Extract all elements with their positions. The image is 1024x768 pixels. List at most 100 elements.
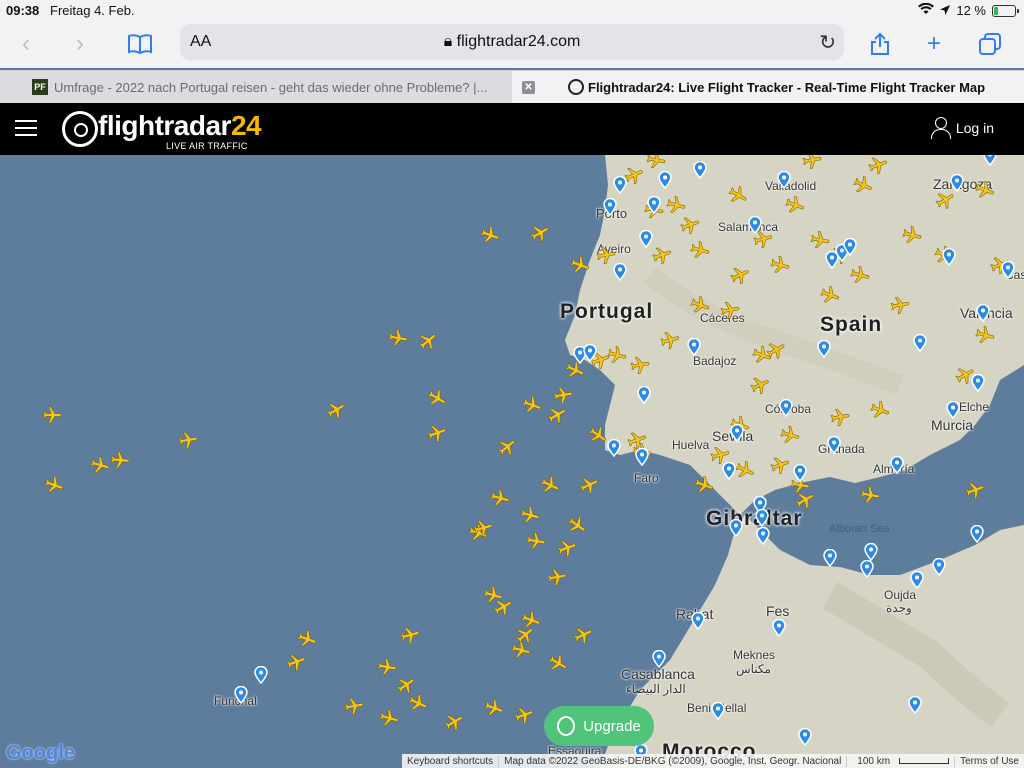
flight-map[interactable]: Portugal Spain Gibraltar Morocco Vallado… (0, 155, 1024, 768)
airport-pin-icon[interactable] (607, 439, 621, 457)
upgrade-button[interactable]: Upgrade (544, 706, 654, 746)
city-label: Faro (634, 471, 659, 485)
airport-pin-icon[interactable] (827, 436, 841, 454)
airport-pin-icon[interactable] (823, 549, 837, 567)
city-label: Fes (766, 603, 790, 619)
plane-icon[interactable] (544, 564, 569, 589)
plane-icon[interactable] (175, 427, 200, 452)
airport-pin-icon[interactable] (908, 696, 922, 714)
airport-pin-icon[interactable] (983, 155, 997, 166)
terms-link[interactable]: Terms of Use (954, 755, 1024, 767)
city-label: Badajoz (693, 354, 737, 368)
logo-text: flightradar24 (98, 110, 262, 142)
airport-pin-icon[interactable] (971, 374, 985, 392)
reload-icon[interactable]: ↻ (819, 30, 836, 55)
airport-pin-icon[interactable] (711, 702, 725, 720)
airport-pin-icon[interactable] (942, 248, 956, 266)
airport-pin-icon[interactable] (817, 340, 831, 358)
plane-icon[interactable] (341, 693, 366, 718)
airport-pin-icon[interactable] (1001, 261, 1015, 279)
airport-pin-icon[interactable] (950, 174, 964, 192)
new-tab-icon[interactable]: + (918, 28, 950, 60)
airport-pin-icon[interactable] (932, 558, 946, 576)
plane-icon[interactable] (717, 297, 742, 322)
keyboard-shortcuts-link[interactable]: Keyboard shortcuts (402, 756, 498, 767)
tab-umfrage[interactable]: PF Umfrage - 2022 nach Portugal reisen -… (0, 71, 512, 104)
tab-label: Umfrage - 2022 nach Portugal reisen - ge… (54, 80, 488, 95)
airport-pin-icon[interactable] (772, 619, 786, 637)
back-icon[interactable]: ‹ (10, 28, 42, 60)
airport-pin-icon[interactable] (254, 666, 268, 684)
close-tab-icon[interactable]: ✕ (522, 81, 535, 94)
airport-pin-icon[interactable] (658, 171, 672, 189)
airport-pin-icon[interactable] (890, 456, 904, 474)
airport-pin-icon[interactable] (603, 198, 617, 216)
share-icon[interactable] (864, 28, 896, 60)
airport-pin-icon[interactable] (946, 401, 960, 419)
plane-icon[interactable] (550, 382, 575, 407)
airport-pin-icon[interactable] (613, 263, 627, 281)
fr24-favicon (568, 79, 584, 95)
plane-icon[interactable] (41, 404, 63, 426)
airport-pin-icon[interactable] (613, 176, 627, 194)
airport-pin-icon[interactable] (652, 650, 666, 668)
scale-label: 100 km (857, 755, 891, 767)
city-label: Huelva (672, 438, 710, 452)
medal-icon (557, 716, 576, 736)
battery-icon (992, 4, 1019, 17)
airport-pin-icon[interactable] (864, 543, 878, 561)
city-label: Meknes (733, 648, 776, 662)
airport-pin-icon[interactable] (691, 612, 705, 630)
airport-pin-icon[interactable] (798, 728, 812, 746)
status-right: 12 % (918, 2, 1019, 18)
map-data-text: Map data ©2022 GeoBasis-DE/BKG (©2009), … (498, 755, 846, 767)
airport-pin-icon[interactable] (637, 386, 651, 404)
airport-pin-icon[interactable] (779, 399, 793, 417)
airport-pin-icon[interactable] (910, 571, 924, 589)
airport-pin-icon[interactable] (639, 230, 653, 248)
airport-pin-icon[interactable] (748, 216, 762, 234)
airport-pin-icon[interactable] (730, 424, 744, 442)
plane-icon[interactable] (374, 654, 399, 679)
tabs-overview-icon[interactable] (974, 28, 1006, 60)
location-icon (940, 3, 951, 18)
airport-pin-icon[interactable] (793, 464, 807, 482)
bookmarks-icon[interactable] (124, 28, 156, 60)
airport-pin-icon[interactable] (970, 525, 984, 543)
airport-pin-icon[interactable] (843, 238, 857, 256)
airport-pin-icon[interactable] (777, 171, 791, 189)
airport-pin-icon[interactable] (976, 304, 990, 322)
plane-icon[interactable] (827, 404, 852, 429)
menu-icon[interactable] (15, 120, 37, 136)
airport-pin-icon[interactable] (687, 338, 701, 356)
tab-bar: PF Umfrage - 2022 nach Portugal reisen -… (0, 70, 1024, 104)
plane-icon[interactable] (627, 352, 652, 377)
airport-pin-icon[interactable] (722, 462, 736, 480)
login-label: Log in (955, 120, 994, 136)
city-label: Oujda (884, 588, 917, 602)
airport-pin-icon[interactable] (635, 448, 649, 466)
airport-pin-icon[interactable] (583, 344, 597, 362)
city-label: مكناس (736, 662, 771, 676)
airport-pin-icon[interactable] (913, 334, 927, 352)
plane-icon[interactable] (857, 482, 882, 507)
airport-pin-icon[interactable] (756, 527, 770, 545)
url-bar[interactable]: AA 🔒︎ flightradar24.com ↻ (180, 24, 844, 60)
airport-pin-icon[interactable] (234, 686, 248, 704)
airport-pin-icon[interactable] (693, 161, 707, 179)
airport-pin-icon[interactable] (755, 509, 769, 527)
airport-pin-icon[interactable] (647, 196, 661, 214)
plane-icon[interactable] (523, 528, 548, 553)
plane-icon[interactable] (108, 448, 132, 472)
status-time: 09:38 (6, 3, 40, 18)
forward-icon[interactable]: › (64, 28, 96, 60)
tab-flightradar[interactable]: ✕ Flightradar24: Live Flight Tracker - R… (512, 71, 1024, 104)
sea-label: Alboran Sea (829, 523, 890, 535)
plane-icon[interactable] (887, 292, 912, 317)
airport-pin-icon[interactable] (860, 560, 874, 578)
login-button[interactable]: Log in (930, 117, 994, 139)
url-text: flightradar24.com (456, 33, 581, 50)
plane-icon[interactable] (385, 325, 410, 350)
airport-pin-icon[interactable] (729, 519, 743, 537)
status-date: Freitag 4. Feb. (50, 3, 135, 18)
